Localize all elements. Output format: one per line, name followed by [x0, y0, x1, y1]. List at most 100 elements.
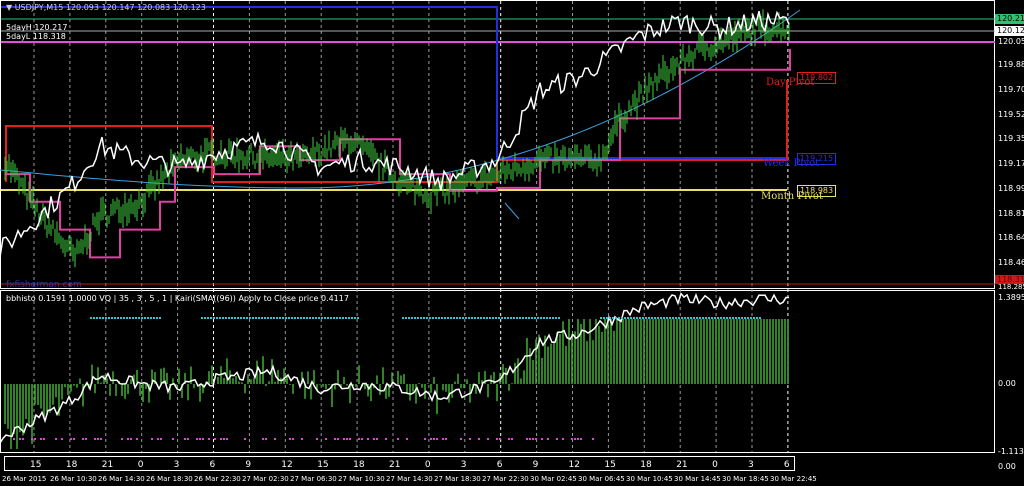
- signal-dot: [507, 317, 509, 319]
- sub-zero-label: 0.00: [998, 379, 1016, 388]
- price-label: 119.170: [998, 159, 1024, 168]
- hour-label: 0: [137, 460, 144, 470]
- signal-dot: [285, 317, 287, 319]
- signal-dot: [483, 317, 485, 319]
- signal-dot: [756, 317, 758, 319]
- signal-dot: [408, 317, 410, 319]
- date-label: 26 Mar 14:30: [98, 475, 145, 483]
- signal-dot: [630, 317, 632, 319]
- signal-dot: [627, 317, 629, 319]
- signal-dot: [132, 317, 134, 319]
- signal-dot: [309, 317, 311, 319]
- date-label: 30 Mar 02:45: [530, 475, 577, 483]
- signal-dot: [487, 438, 489, 440]
- signal-dot: [438, 317, 440, 319]
- signal-dot: [546, 317, 548, 319]
- signal-dot: [519, 317, 521, 319]
- signal-dot: [334, 438, 336, 440]
- signal-dot: [120, 317, 122, 319]
- signal-dot: [22, 438, 24, 440]
- signal-dot: [435, 317, 437, 319]
- signal-dot: [153, 317, 155, 319]
- date-label: 26 Mar 22:30: [194, 475, 241, 483]
- sub-max-label: 1.3895: [998, 293, 1024, 302]
- signal-dot: [276, 317, 278, 319]
- hour-label: 12: [281, 460, 293, 470]
- signal-dot: [346, 438, 348, 440]
- signal-dot: [501, 317, 503, 319]
- signal-dot: [151, 438, 153, 440]
- signal-dot: [196, 438, 198, 440]
- signal-dot: [537, 317, 539, 319]
- signal-dot: [337, 438, 339, 440]
- signal-dot: [97, 438, 99, 440]
- signal-dot: [201, 317, 203, 319]
- signal-dot: [540, 317, 542, 319]
- signal-dot: [465, 317, 467, 319]
- signal-dot: [456, 317, 458, 319]
- month-pivot-label: Month Pivot: [761, 191, 823, 202]
- signal-dot: [600, 317, 602, 319]
- signal-dot: [376, 438, 378, 440]
- signal-dot: [226, 438, 228, 440]
- date-label: 30 Mar 22:45: [770, 475, 817, 483]
- watermark: fxfisherman.com: [6, 280, 82, 290]
- high-price-tag: 120.217: [995, 14, 1024, 24]
- signal-dot: [496, 438, 498, 440]
- signal-dot: [618, 317, 620, 319]
- signal-dot: [96, 317, 98, 319]
- signal-dot: [327, 317, 329, 319]
- signal-dot: [262, 438, 264, 440]
- signal-dot: [234, 317, 236, 319]
- signal-dot: [669, 317, 671, 319]
- signal-dot: [417, 317, 419, 319]
- signal-dot: [303, 317, 305, 319]
- signal-dot: [744, 317, 746, 319]
- signal-dot: [442, 438, 444, 440]
- signal-dot: [288, 317, 290, 319]
- signal-dot: [34, 438, 36, 440]
- signal-dot: [543, 317, 545, 319]
- signal-dot: [222, 317, 224, 319]
- day-pivot-line: [5, 80, 788, 183]
- sub-bottom-label: 0.00: [998, 462, 1016, 471]
- signal-dot: [492, 317, 494, 319]
- signal-dot: [651, 317, 653, 319]
- signal-dot: [255, 317, 257, 319]
- signal-dot: [243, 317, 245, 319]
- signal-dot: [657, 317, 659, 319]
- signal-dot: [199, 438, 201, 440]
- hour-label: 3: [173, 460, 180, 470]
- signal-dot: [318, 317, 320, 319]
- signal-dot: [460, 438, 462, 440]
- chart-canvas[interactable]: [0, 0, 1024, 486]
- signal-dot: [516, 317, 518, 319]
- signal-dot: [432, 317, 434, 319]
- signal-dot: [130, 438, 132, 440]
- signal-dot: [471, 317, 473, 319]
- signal-dot: [156, 317, 158, 319]
- signal-dot: [373, 438, 375, 440]
- date-label: 30 Mar 14:45: [674, 475, 721, 483]
- signal-dot: [478, 438, 480, 440]
- indicator-frame: [0, 290, 995, 453]
- signal-dot: [531, 317, 533, 319]
- signal-dot: [270, 317, 272, 319]
- price-label-bottom: 118.285: [998, 283, 1024, 291]
- signal-dot: [402, 317, 404, 319]
- hour-label: 3: [748, 460, 754, 470]
- signal-dot: [261, 317, 263, 319]
- signal-dot: [615, 317, 617, 319]
- signal-dot: [753, 317, 755, 319]
- signal-dot: [333, 317, 335, 319]
- signal-dot: [535, 438, 537, 440]
- signal-dot: [714, 317, 716, 319]
- hour-label: 3: [460, 460, 467, 470]
- signal-dot: [552, 317, 554, 319]
- signal-dot: [150, 317, 152, 319]
- signal-dot: [534, 317, 536, 319]
- signal-dot: [420, 317, 422, 319]
- ohlc-label: 120.093 120.147 120.083 120.123: [65, 3, 206, 12]
- signal-dot: [699, 317, 701, 319]
- signal-dot: [312, 317, 314, 319]
